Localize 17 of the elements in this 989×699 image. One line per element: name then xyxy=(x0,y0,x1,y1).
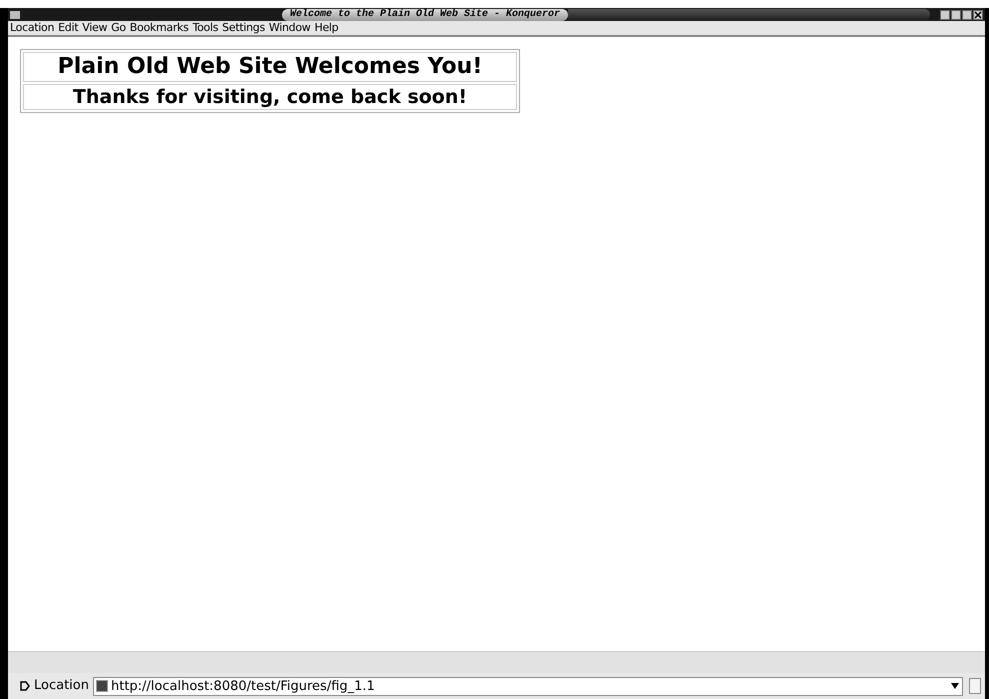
dropdown-arrow-icon[interactable] xyxy=(951,683,959,689)
close-icon[interactable] xyxy=(973,10,983,20)
location-icon xyxy=(20,681,30,691)
menu-item[interactable]: Location xyxy=(10,21,54,35)
menu-item[interactable]: Edit xyxy=(58,21,78,35)
table-cell: Thanks for visiting, come back soon! xyxy=(23,84,517,110)
menu-item[interactable]: View xyxy=(82,21,108,35)
window-title: Welcome to the Plain Old Web Site - Konqueror xyxy=(282,8,568,20)
url-field[interactable]: http://localhost:8080/test/Figures/fig_1.1 xyxy=(92,676,963,696)
menu-item[interactable]: Window xyxy=(268,21,310,35)
location-label: Location xyxy=(34,677,89,696)
menu-item[interactable]: Settings xyxy=(222,21,265,35)
menu-item[interactable]: Help xyxy=(314,21,338,35)
menu-item[interactable]: Bookmarks xyxy=(130,21,189,35)
menu-item[interactable]: Tools xyxy=(192,21,218,35)
table-cell: Plain Old Web Site Welcomes You! xyxy=(23,52,517,82)
menu-item[interactable]: Go xyxy=(111,21,126,35)
